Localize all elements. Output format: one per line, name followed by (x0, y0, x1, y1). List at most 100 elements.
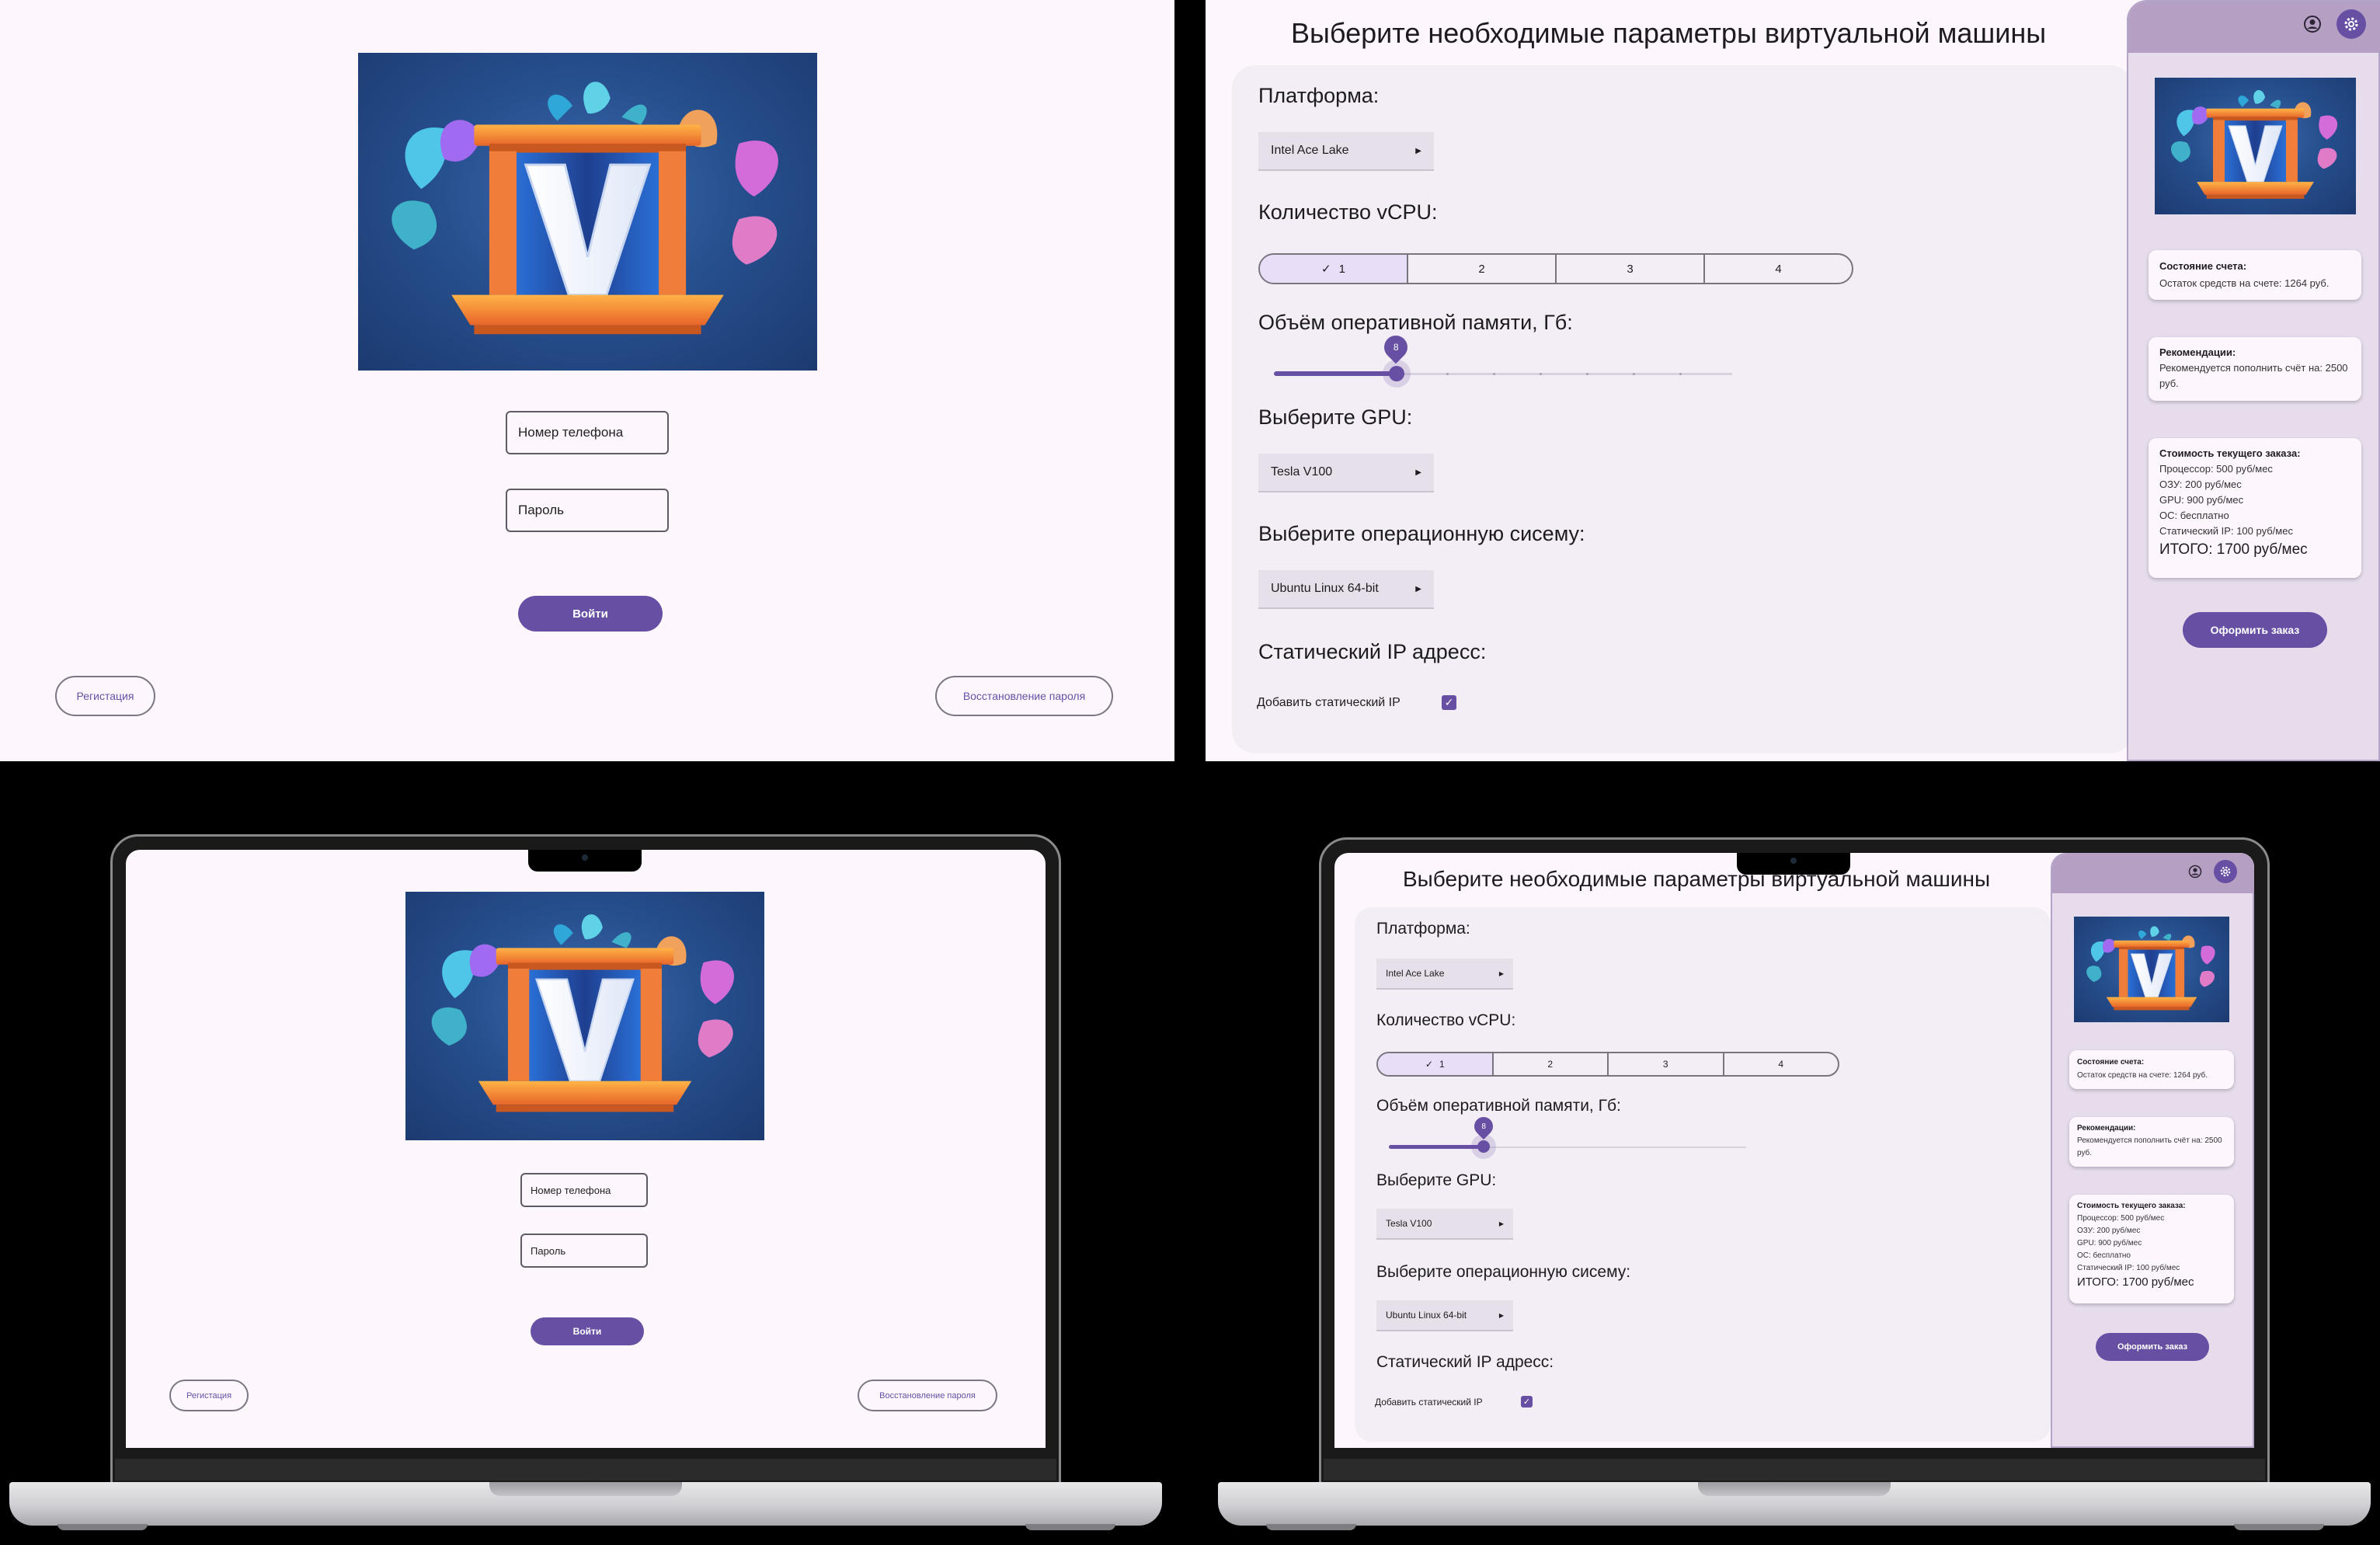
page-title: Выберите необходимые параметры виртуальн… (1291, 17, 2047, 49)
gpu-select[interactable]: Tesla V100 ▶ (1258, 454, 1434, 492)
laptop-opening-groove (1698, 1482, 1891, 1496)
login-button[interactable]: Войти (518, 596, 663, 632)
recover-password-button[interactable]: Восстановление пароля (858, 1380, 997, 1411)
login-screen-laptop: Номер телефона Пароль Войти Регистация В… (126, 850, 1046, 1448)
logo-v-icon (2074, 917, 2229, 1022)
vcpu-option-3[interactable]: 3 (1607, 1053, 1723, 1075)
recommend-card: Рекомендации: Рекомендуется пополнить сч… (2149, 337, 2361, 401)
chevron-right-icon: ▶ (1498, 1311, 1504, 1319)
ram-label: Объём оперативной памяти, Гб: (1258, 311, 1573, 334)
platform-select[interactable]: Intel Ace Lake ▶ (1258, 132, 1434, 171)
check-icon: ✓ (1522, 1397, 1531, 1407)
ram-slider-fill (1274, 371, 1397, 376)
config-screen-large: Выберите необходимые параметры виртуальн… (1206, 0, 2380, 761)
camera-icon (1790, 858, 1797, 864)
platform-label: Платформа: (1258, 84, 1380, 107)
login-button[interactable]: Войти (531, 1317, 644, 1345)
gpu-label: Выберите GPU: (1376, 1171, 1497, 1189)
platform-label: Платформа: (1376, 920, 1470, 938)
camera-icon (582, 854, 588, 861)
register-button[interactable]: Регистация (169, 1380, 249, 1411)
order-button[interactable]: Оформить заказ (2096, 1333, 2209, 1361)
laptop-foot (2234, 1524, 2324, 1530)
vcpu-option-2[interactable]: 2 (1491, 1053, 1608, 1075)
vcpu-option-1[interactable]: ✓ 1 (1378, 1053, 1492, 1075)
password-input[interactable]: Пароль (506, 489, 669, 532)
ip-checkbox-label: Добавить статический IP (1257, 696, 1401, 709)
check-icon: ✓ (1321, 263, 1331, 276)
register-button[interactable]: Регистация (55, 676, 155, 716)
chevron-right-icon: ▶ (1498, 1220, 1504, 1227)
ram-slider-handle[interactable] (1477, 1140, 1490, 1153)
logo-v-icon (2155, 78, 2356, 214)
vcpu-option-4[interactable]: 4 (1703, 255, 1852, 283)
chevron-right-icon: ▶ (1498, 969, 1504, 977)
ip-checkbox[interactable]: ✓ (1442, 695, 1456, 710)
ram-tick (1586, 373, 1588, 375)
sidebar-logo (2155, 78, 2356, 214)
laptop-chin (1324, 1459, 2265, 1481)
cost-card: Стоимость текущего заказа: Процессор: 50… (2069, 1195, 2234, 1303)
chevron-right-icon: ▶ (1415, 584, 1421, 593)
vcpu-option-3[interactable]: 3 (1555, 255, 1703, 283)
laptop-foot (1025, 1524, 1115, 1530)
laptop-foot (57, 1524, 148, 1530)
login-screen-large: Номер телефона Пароль Войти Регистация В… (0, 0, 1174, 761)
phone-input[interactable]: Номер телефона (520, 1173, 648, 1207)
os-select[interactable]: Ubuntu Linux 64-bit ▶ (1258, 570, 1434, 609)
ip-label: Статический IP адресс: (1258, 640, 1487, 663)
recommend-card: Рекомендации: Рекомендуется пополнить сч… (2069, 1117, 2234, 1167)
os-label: Выберите операционную сисему: (1258, 522, 1585, 545)
ip-checkbox[interactable]: ✓ (1521, 1396, 1533, 1408)
balance-card: Состояние счета: Остаток средств на счет… (2069, 1050, 2234, 1089)
vcpu-option-4[interactable]: 4 (1722, 1053, 1839, 1075)
platform-select[interactable]: Intel Ace Lake ▶ (1376, 959, 1513, 990)
vcpu-option-2[interactable]: 2 (1407, 255, 1555, 283)
page-title: Выберите необходимые параметры виртуальн… (1403, 867, 1991, 891)
camera-notch (528, 850, 642, 872)
ip-label: Статический IP адресс: (1376, 1353, 1554, 1371)
account-circle-icon[interactable] (2187, 864, 2203, 879)
settings-gear-icon[interactable] (2214, 860, 2237, 883)
ram-tick (1679, 373, 1682, 375)
cost-card: Стоимость текущего заказа: Процессор: 50… (2149, 438, 2361, 578)
config-screen-laptop: Выберите необходимые параметры виртуальн… (1334, 853, 2254, 1448)
phone-input[interactable]: Номер телефона (506, 411, 669, 454)
ram-tick (1493, 373, 1495, 375)
camera-notch (1737, 853, 1850, 875)
settings-gear-icon[interactable] (2337, 9, 2366, 39)
balance-card: Состояние счета: Остаток средств на счет… (2149, 250, 2361, 300)
os-select[interactable]: Ubuntu Linux 64-bit ▶ (1376, 1300, 1513, 1331)
app-logo (405, 892, 764, 1140)
check-icon: ✓ (1425, 1059, 1433, 1070)
vcpu-segmented: ✓ 1 2 3 4 (1258, 253, 1853, 284)
chevron-right-icon: ▶ (1415, 146, 1421, 155)
ram-tick (1633, 373, 1635, 375)
ram-slider-fill (1389, 1145, 1484, 1149)
laptop-chin (115, 1459, 1056, 1481)
app-logo (358, 53, 817, 371)
ip-checkbox-label: Добавить статический IP (1375, 1397, 1483, 1408)
check-icon: ✓ (1444, 696, 1454, 708)
recover-password-button[interactable]: Восстановление пароля (935, 676, 1113, 716)
vcpu-option-1[interactable]: ✓ 1 (1260, 255, 1407, 283)
logo-v-icon (358, 53, 817, 371)
vcpu-segmented: ✓ 1 2 3 4 (1376, 1052, 1839, 1077)
sidebar-logo (2074, 917, 2229, 1022)
laptop-foot (1266, 1524, 1356, 1530)
ram-tick (1540, 373, 1542, 375)
chevron-right-icon: ▶ (1415, 468, 1421, 477)
logo-v-icon (405, 892, 764, 1140)
laptop-opening-groove (489, 1482, 682, 1496)
ram-tick (1446, 373, 1449, 375)
gpu-select[interactable]: Tesla V100 ▶ (1376, 1209, 1513, 1240)
account-circle-icon[interactable] (2302, 14, 2323, 34)
password-input[interactable]: Пароль (520, 1234, 648, 1268)
os-label: Выберите операционную сисему: (1376, 1263, 1631, 1281)
ram-label: Объём оперативной памяти, Гб: (1376, 1097, 1621, 1115)
gpu-label: Выберите GPU: (1258, 405, 1413, 429)
vcpu-label: Количество vCPU: (1376, 1011, 1516, 1029)
ram-slider-handle[interactable] (1389, 366, 1404, 381)
order-button[interactable]: Оформить заказ (2183, 612, 2327, 648)
vcpu-label: Количество vCPU: (1258, 200, 1438, 224)
